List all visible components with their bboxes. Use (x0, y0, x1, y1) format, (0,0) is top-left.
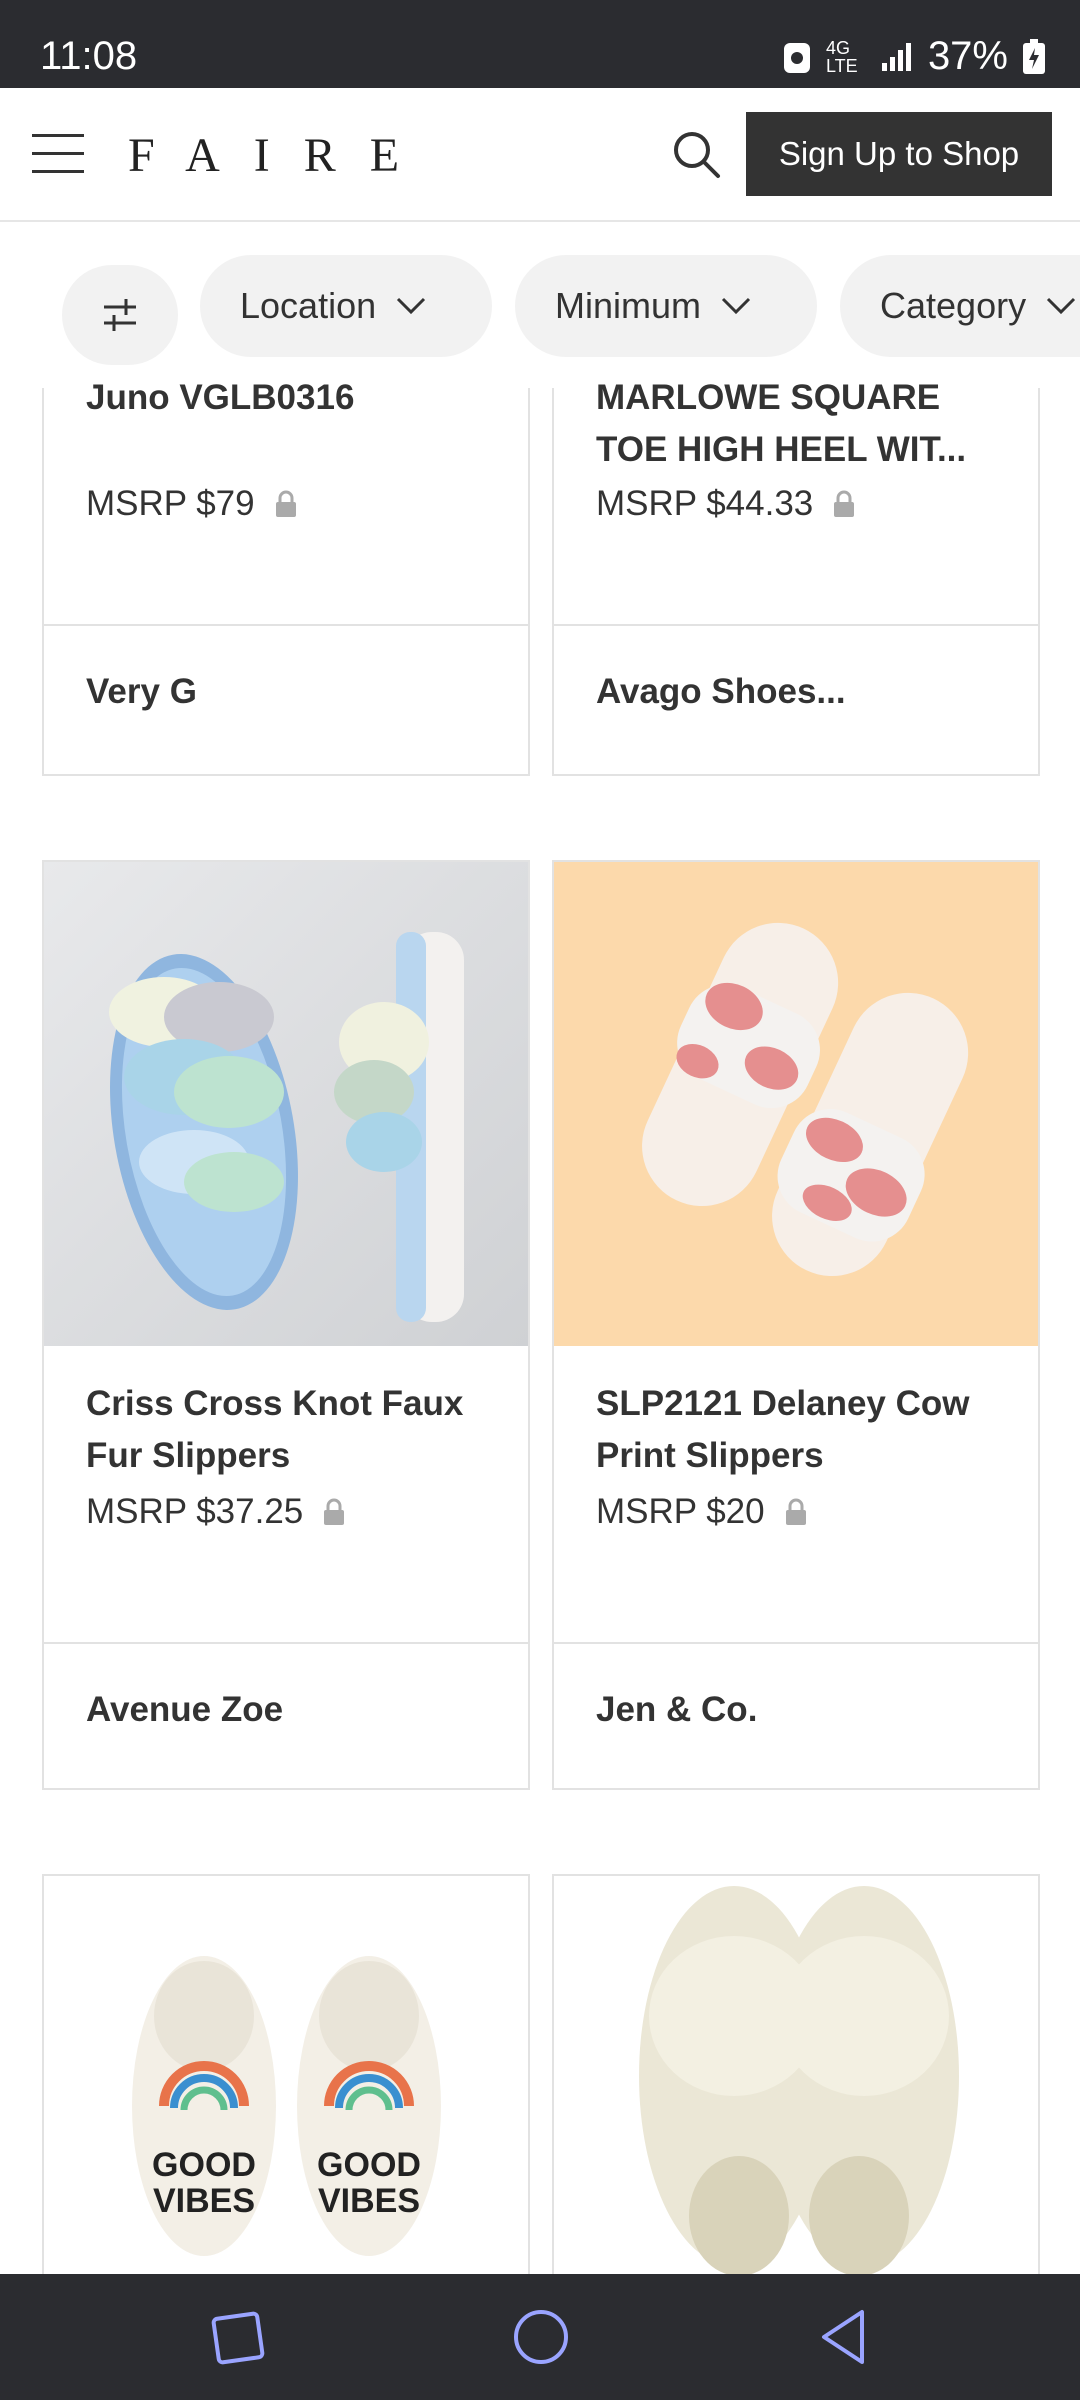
product-card[interactable]: Juno VGLB0316 MSRP $79 Very G (42, 378, 530, 776)
back-icon[interactable] (810, 2302, 880, 2372)
search-icon[interactable] (670, 128, 722, 180)
card-divider (554, 1642, 1038, 1644)
home-icon[interactable] (506, 2302, 576, 2372)
svg-text:VIBES: VIBES (153, 2182, 255, 2220)
menu-icon[interactable] (30, 130, 86, 178)
filter-bar: Location Minimum Category (0, 222, 1080, 386)
price-text: MSRP $79 (86, 484, 255, 523)
product-card[interactable] (552, 1874, 1040, 2360)
product-title: Juno VGLB0316 (86, 378, 355, 417)
chevron-down-icon (397, 297, 426, 315)
price-text: MSRP $44.33 (596, 484, 814, 523)
notification-icon (783, 42, 810, 73)
network-type: 4G LTE (825, 37, 858, 76)
brand-name[interactable]: Very G (86, 672, 197, 712)
criss-cross-slippers-image (44, 862, 528, 1346)
brand-name[interactable]: Avago Shoes... (596, 672, 846, 712)
signal-icon (881, 42, 911, 71)
product-card[interactable]: SLP2121 Delaney Cow Print Slippers MSRP … (552, 860, 1040, 1790)
battery-charging-icon (1023, 38, 1045, 74)
filter-settings-button[interactable] (62, 265, 178, 365)
status-bar: 11:08 4G LTE 37% (0, 0, 1080, 88)
sign-up-to-shop-button[interactable]: Sign Up to Shop (746, 112, 1052, 196)
category-filter-chip[interactable]: Category (840, 255, 1080, 357)
product-image[interactable] (44, 862, 528, 1346)
top-header: FAIRE Sign Up to Shop (0, 88, 1080, 222)
status-icons: 4G LTE 37% (782, 34, 1046, 79)
price-text: MSRP $37.25 (86, 1492, 304, 1531)
product-title: Criss Cross Knot Faux Fur Slippers (86, 1384, 464, 1475)
recent-apps-icon[interactable] (202, 2302, 272, 2372)
faire-logo[interactable]: FAIRE (128, 128, 433, 183)
chevron-down-icon (721, 297, 751, 315)
card-divider (554, 624, 1038, 626)
product-card[interactable]: Criss Cross Knot Faux Fur Slippers MSRP … (42, 860, 530, 1790)
svg-text:VIBES: VIBES (318, 2182, 420, 2220)
location-filter-chip[interactable]: Location (200, 255, 492, 357)
minimum-filter-chip[interactable]: Minimum (515, 255, 817, 357)
product-card[interactable]: GOOD VIBES GOOD VIBES (42, 1874, 530, 2360)
brand-name[interactable]: Jen & Co. (596, 1690, 757, 1730)
slipper-print-text: GOOD (152, 2146, 256, 2184)
status-time: 11:08 (40, 34, 138, 78)
lock-icon (785, 1498, 806, 1525)
chip-label: Minimum (555, 285, 702, 326)
brand-name[interactable]: Avenue Zoe (86, 1690, 283, 1730)
product-price: MSRP $79 (86, 484, 297, 524)
lock-icon (275, 490, 296, 517)
battery-percent: 37% (927, 34, 1008, 78)
price-text: MSRP $20 (596, 1492, 765, 1531)
product-price: MSRP $44.33 (596, 484, 855, 524)
chip-label: Location (240, 285, 377, 326)
product-card[interactable]: MARLOWE SQUARE TOE HIGH HEEL WIT... MSRP… (552, 378, 1040, 776)
system-nav-bar (0, 2274, 1080, 2400)
card-divider (44, 1642, 528, 1644)
cow-print-slippers-image (554, 862, 1038, 1346)
lock-icon (324, 1498, 345, 1525)
lock-icon (834, 490, 855, 517)
card-divider (44, 624, 528, 626)
product-title: SLP2121 Delaney Cow Print Slippers (596, 1384, 970, 1475)
product-price: MSRP $37.25 (86, 1492, 345, 1532)
product-price: MSRP $20 (596, 1492, 807, 1532)
svg-text:GOOD: GOOD (317, 2146, 421, 2184)
sliders-icon (104, 299, 136, 331)
cream-fluffy-slippers-image (639, 1886, 959, 2276)
product-image[interactable] (554, 862, 1038, 1346)
good-vibes-slippers-image: GOOD VIBES GOOD VIBES (132, 1956, 441, 2256)
chip-label: Category (880, 285, 1027, 326)
chevron-down-icon (1047, 297, 1076, 315)
product-title: MARLOWE SQUARE TOE HIGH HEEL WIT... (596, 378, 967, 469)
